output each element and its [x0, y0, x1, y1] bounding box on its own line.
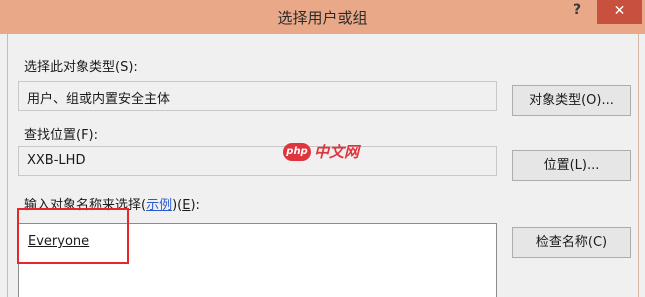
watermark-text: 中文网	[314, 143, 360, 161]
enter-names-label-suffix: ):	[190, 198, 200, 213]
enter-names-label-mid: )(	[172, 198, 183, 213]
help-button[interactable]: ?	[562, 2, 592, 26]
window-title: 选择用户或组	[277, 9, 368, 27]
watermark: php 中文网	[283, 141, 359, 161]
examples-link[interactable]: 示例	[146, 198, 172, 213]
object-type-field: 用户、组或内置安全主体	[18, 81, 497, 111]
close-button[interactable]: ✕	[597, 0, 642, 24]
check-names-button[interactable]: 检查名称(C)	[512, 227, 631, 258]
location-label: 查找位置(F):	[24, 128, 99, 143]
locations-button[interactable]: 位置(L)...	[512, 150, 631, 181]
annotation-highlight-box	[17, 208, 129, 264]
watermark-logo: php	[283, 142, 311, 161]
location-field: XXB-LHD	[18, 146, 497, 176]
object-type-label: 选择此对象类型(S):	[24, 60, 138, 75]
object-types-button[interactable]: 对象类型(O)...	[512, 85, 631, 116]
title-bar[interactable]: 选择用户或组 ? ✕	[0, 0, 645, 34]
